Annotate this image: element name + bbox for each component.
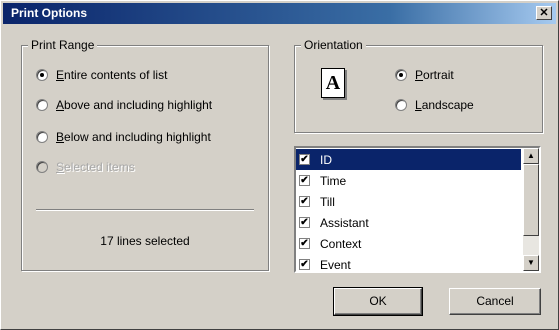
orientation-group: Orientation A Portrait Landscape — [294, 38, 543, 133]
scroll-up-button[interactable]: ▲ — [523, 148, 539, 164]
column-checklist[interactable]: ✔ ID ✔ Time ✔ Till ✔ Assistant ✔ Context… — [294, 146, 541, 273]
radio-label: Portrait — [415, 68, 454, 82]
separator — [36, 209, 254, 211]
scroll-down-button[interactable]: ▼ — [523, 255, 539, 271]
print-range-group: Print Range Entire contents of list Abov… — [21, 38, 269, 271]
radio-above-highlight[interactable]: Above and including highlight — [36, 98, 212, 112]
scroll-thumb[interactable] — [523, 164, 539, 236]
radio-button — [36, 161, 48, 173]
radio-label: Landscape — [415, 98, 474, 112]
list-item-label: Assistant — [320, 215, 369, 230]
list-item-event[interactable]: ✔ Event — [296, 254, 521, 272]
radio-button[interactable] — [36, 69, 48, 81]
checkbox[interactable]: ✔ — [299, 259, 310, 270]
orientation-label: Orientation — [301, 38, 366, 52]
checkbox[interactable]: ✔ — [299, 154, 310, 165]
cancel-button[interactable]: Cancel — [449, 288, 541, 315]
list-item-id[interactable]: ✔ ID — [296, 149, 521, 170]
radio-label: Selected items — [56, 160, 135, 174]
checkbox[interactable]: ✔ — [299, 175, 310, 186]
list-item-context[interactable]: ✔ Context — [296, 233, 521, 254]
title-bar[interactable]: Print Options ✕ — [3, 3, 556, 24]
list-item-label: Event — [320, 257, 351, 272]
checkbox[interactable]: ✔ — [299, 217, 310, 228]
print-options-dialog: Print Options ✕ Print Range Entire conte… — [0, 0, 559, 330]
checkbox[interactable]: ✔ — [299, 238, 310, 249]
list-item-label: ID — [320, 152, 332, 167]
print-range-label: Print Range — [28, 38, 98, 52]
radio-landscape[interactable]: Landscape — [395, 98, 474, 112]
radio-label: Below and including highlight — [56, 130, 211, 144]
close-button[interactable]: ✕ — [536, 6, 552, 20]
list-item-label: Context — [320, 236, 362, 251]
portrait-document-icon: A — [321, 68, 345, 98]
radio-label: Entire contents of list — [56, 68, 168, 82]
radio-button[interactable] — [36, 131, 48, 143]
ok-button[interactable]: OK — [333, 287, 423, 316]
list-item-assistant[interactable]: ✔ Assistant — [296, 212, 521, 233]
vertical-scrollbar[interactable]: ▲ ▼ — [523, 148, 539, 271]
list-item-till[interactable]: ✔ Till — [296, 191, 521, 212]
window-title: Print Options — [11, 6, 87, 20]
radio-button[interactable] — [395, 69, 407, 81]
checkbox[interactable]: ✔ — [299, 196, 310, 207]
radio-selected-items: Selected items — [36, 160, 135, 174]
list-item-label: Till — [320, 194, 335, 209]
selection-status: 17 lines selected — [100, 234, 190, 248]
radio-portrait[interactable]: Portrait — [395, 68, 454, 82]
radio-button[interactable] — [395, 99, 407, 111]
radio-button[interactable] — [36, 99, 48, 111]
list-item-time[interactable]: ✔ Time — [296, 170, 521, 191]
list-item-label: Time — [320, 173, 347, 188]
radio-below-highlight[interactable]: Below and including highlight — [36, 130, 211, 144]
radio-entire-contents[interactable]: Entire contents of list — [36, 68, 167, 82]
radio-label: Above and including highlight — [56, 98, 213, 112]
